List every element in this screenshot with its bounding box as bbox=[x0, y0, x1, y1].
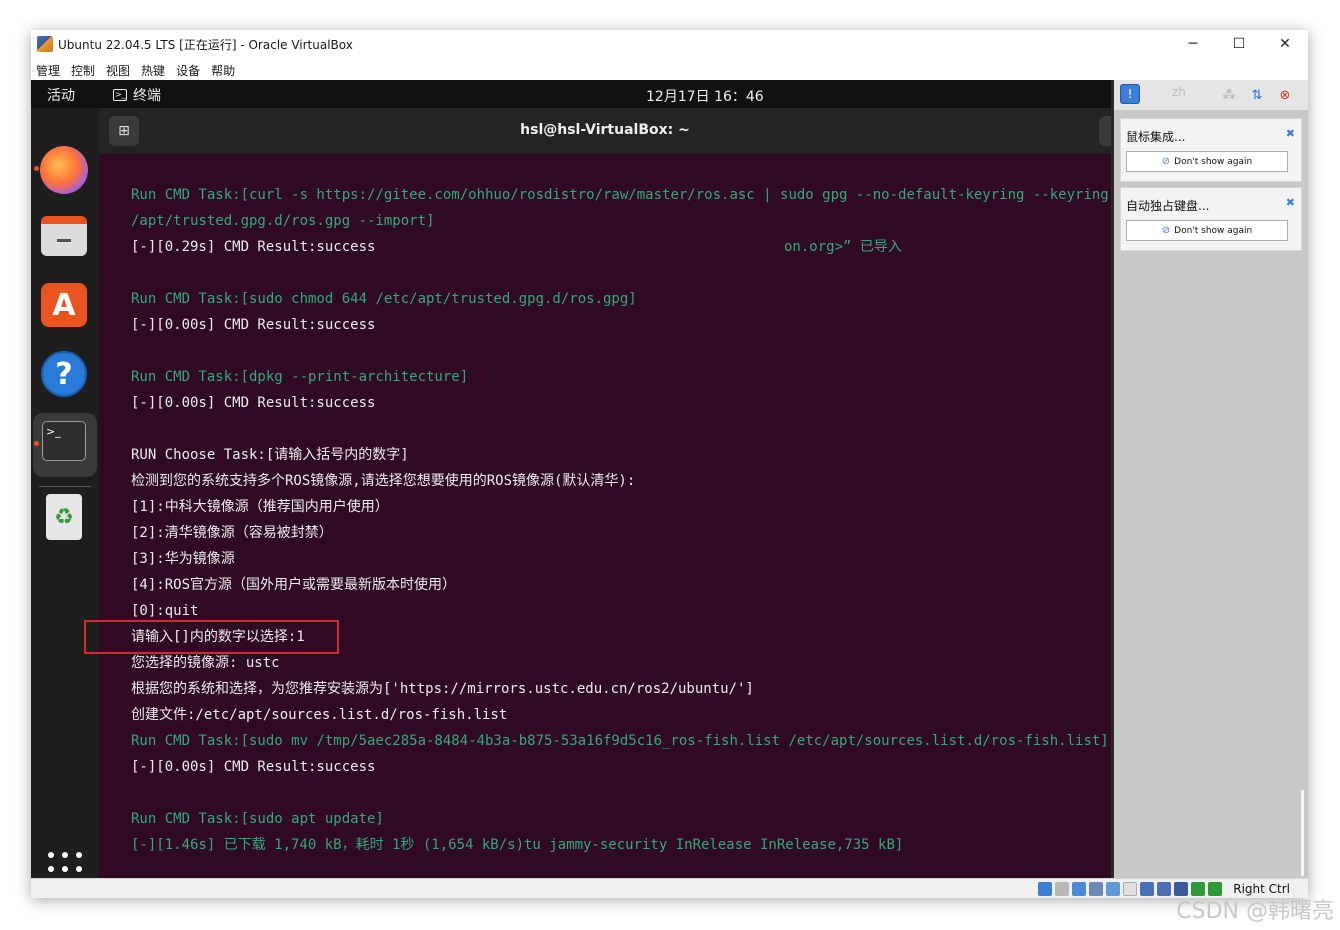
menu-manage[interactable]: 管理 bbox=[31, 60, 66, 80]
mute-icon: ⊘ bbox=[1161, 156, 1171, 167]
guest-screen[interactable]: 活动 >_ 终端 12月17日 16：46 A ? >_ ♻ ⊞ hsl@hsl… bbox=[31, 80, 1308, 878]
window-controls: ─ ☐ ✕ bbox=[1170, 30, 1308, 58]
terminal-line: [3]:华为镜像源 bbox=[131, 551, 235, 567]
gnome-top-bar: 活动 >_ 终端 12月17日 16：46 bbox=[31, 80, 1111, 108]
terminal-line: [-][0.00s] CMD Result:success bbox=[131, 395, 376, 411]
audio-icon[interactable] bbox=[1072, 882, 1086, 896]
terminal-line: [4]:ROS官方源（国外用户或需要最新版本时使用） bbox=[131, 577, 456, 593]
mute-icon: ⊘ bbox=[1161, 225, 1171, 236]
window-title: Ubuntu 22.04.5 LTS [正在运行] - Oracle Virtu… bbox=[58, 38, 353, 52]
virtualbox-icon bbox=[37, 36, 53, 52]
menu-help[interactable]: 帮助 bbox=[206, 60, 241, 80]
running-indicator bbox=[34, 166, 39, 171]
terminal-line: [1]:中科大镜像源（推荐国内用户使用） bbox=[131, 499, 389, 515]
language-indicator: zh bbox=[1172, 85, 1186, 99]
virtualbox-window: Ubuntu 22.04.5 LTS [正在运行] - Oracle Virtu… bbox=[31, 30, 1308, 898]
running-indicator bbox=[34, 441, 39, 446]
dont-show-again-button[interactable]: ⊘ Don't show again bbox=[1126, 151, 1288, 172]
minimize-button[interactable]: ─ bbox=[1170, 30, 1216, 58]
terminal-line: /apt/trusted.gpg.d/ros.gpg --import] bbox=[131, 213, 435, 229]
menu-control[interactable]: 控制 bbox=[66, 60, 101, 80]
close-button[interactable]: ✕ bbox=[1262, 30, 1308, 58]
terminal-line: Run CMD Task:[sudo apt update] bbox=[131, 811, 384, 827]
terminal-line: [-][1.46s] 已下载 1,740 kB，耗时 1秒 (1,654 kB/… bbox=[131, 837, 904, 853]
terminal-output[interactable]: on.org>” 已导入 Run CMD Task:[curl -s https… bbox=[99, 154, 1111, 878]
card-close-icon[interactable]: ✖ bbox=[1286, 196, 1295, 209]
notification-card-keyboard: 自动独占键盘... ✖ ⊘ Don't show again bbox=[1120, 187, 1302, 251]
terminal-icon[interactable]: >_ bbox=[42, 421, 86, 461]
terminal-line: Run CMD Task:[sudo chmod 644 /etc/apt/tr… bbox=[131, 291, 637, 307]
menu-devices[interactable]: 设备 bbox=[171, 60, 206, 80]
overlay-fragment: on.org>” 已导入 bbox=[784, 239, 902, 255]
annotation-highlight-box bbox=[84, 620, 339, 654]
terminal-line: Run CMD Task:[sudo mv /tmp/5aec285a-8484… bbox=[131, 733, 1109, 749]
menu-hotkeys[interactable]: 热键 bbox=[136, 60, 171, 80]
hard-disk-icon[interactable] bbox=[1038, 882, 1052, 896]
files-slot bbox=[57, 238, 71, 242]
terminal-line: Run CMD Task:[dpkg --print-architecture] bbox=[131, 369, 469, 385]
dock: A ? >_ ♻ bbox=[31, 108, 99, 878]
terminal-line: [-][0.29s] CMD Result:success bbox=[131, 239, 376, 255]
watermark: CSDN @韩曙亮 bbox=[1176, 899, 1334, 924]
clock[interactable]: 12月17日 16：46 bbox=[646, 86, 764, 106]
help-icon[interactable]: ? bbox=[41, 351, 87, 397]
card-title: 鼠标集成... bbox=[1126, 130, 1186, 144]
terminal-line: RUN Choose Task:[请输入括号内的数字] bbox=[131, 447, 409, 463]
button-label: Don't show again bbox=[1174, 156, 1253, 167]
usb-icon[interactable] bbox=[1106, 882, 1120, 896]
clear-all-icon[interactable]: ⊗ bbox=[1276, 86, 1294, 104]
terminal-line: Run CMD Task:[curl -s https://gitee.com/… bbox=[131, 187, 1109, 203]
card-title: 自动独占键盘... bbox=[1126, 199, 1210, 213]
notification-bell-icon[interactable]: ! bbox=[1120, 84, 1140, 104]
dont-show-again-button[interactable]: ⊘ Don't show again bbox=[1126, 220, 1288, 241]
notification-toolbar: ! zh ⁂ ⇅ ⊗ bbox=[1114, 80, 1308, 110]
trash-icon[interactable]: ♻ bbox=[46, 494, 82, 540]
terminal-title: hsl@hsl-VirtualBox: ~ bbox=[520, 122, 690, 138]
shared-folders-icon[interactable] bbox=[1123, 882, 1137, 896]
app-menu-label: 终端 bbox=[133, 88, 161, 104]
files-icon[interactable] bbox=[41, 216, 87, 256]
terminal-app-icon: >_ bbox=[113, 89, 127, 101]
notification-card-mouse: 鼠标集成... ✖ ⊘ Don't show again bbox=[1120, 118, 1302, 182]
dock-separator bbox=[39, 486, 91, 487]
terminal-line: [2]:清华镜像源（容易被封禁） bbox=[131, 525, 333, 541]
activities-button[interactable]: 活动 bbox=[47, 85, 75, 105]
terminal-line: 检测到您的系统支持多个ROS镜像源,请选择您想要使用的ROS镜像源(默认清华): bbox=[131, 473, 636, 489]
sort-icon[interactable]: ⇅ bbox=[1248, 86, 1266, 104]
menu-view[interactable]: 视图 bbox=[101, 60, 136, 80]
button-label: Don't show again bbox=[1174, 225, 1253, 236]
terminal-line: 创建文件:/etc/apt/sources.list.d/ros-fish.li… bbox=[131, 707, 508, 723]
firefox-icon[interactable] bbox=[40, 146, 88, 194]
scrollbar[interactable] bbox=[1301, 790, 1304, 876]
terminal-line: [-][0.00s] CMD Result:success bbox=[131, 317, 376, 333]
terminal-header[interactable]: ⊞ hsl@hsl-VirtualBox: ~ bbox=[99, 108, 1125, 154]
software-icon[interactable]: A bbox=[41, 283, 87, 327]
card-close-icon[interactable]: ✖ bbox=[1286, 127, 1295, 140]
terminal-window[interactable]: ⊞ hsl@hsl-VirtualBox: ~ on.org>” 已导入 Run… bbox=[99, 108, 1125, 878]
terminal-line: 根据您的系统和选择，为您推荐安装源为['https://mirrors.ustc… bbox=[131, 681, 754, 697]
recording-icon[interactable] bbox=[1157, 882, 1171, 896]
display-icon[interactable] bbox=[1140, 882, 1154, 896]
show-apps-icon[interactable] bbox=[48, 852, 82, 878]
network-adapter-icon[interactable] bbox=[1089, 882, 1103, 896]
app-menu[interactable]: >_ 终端 bbox=[113, 85, 161, 105]
network-icon: ⁂ bbox=[1222, 87, 1236, 103]
optical-drive-icon[interactable] bbox=[1055, 882, 1069, 896]
menu-bar: 管理 控制 视图 热键 设备 帮助 bbox=[31, 60, 241, 80]
notification-center: ! zh ⁂ ⇅ ⊗ 鼠标集成... ✖ ⊘ Don't show again … bbox=[1111, 80, 1308, 878]
status-bar: Right Ctrl bbox=[31, 878, 1308, 898]
title-bar[interactable]: Ubuntu 22.04.5 LTS [正在运行] - Oracle Virtu… bbox=[31, 30, 1308, 58]
maximize-button[interactable]: ☐ bbox=[1216, 30, 1262, 58]
terminal-line: [-][0.00s] CMD Result:success bbox=[131, 759, 376, 775]
